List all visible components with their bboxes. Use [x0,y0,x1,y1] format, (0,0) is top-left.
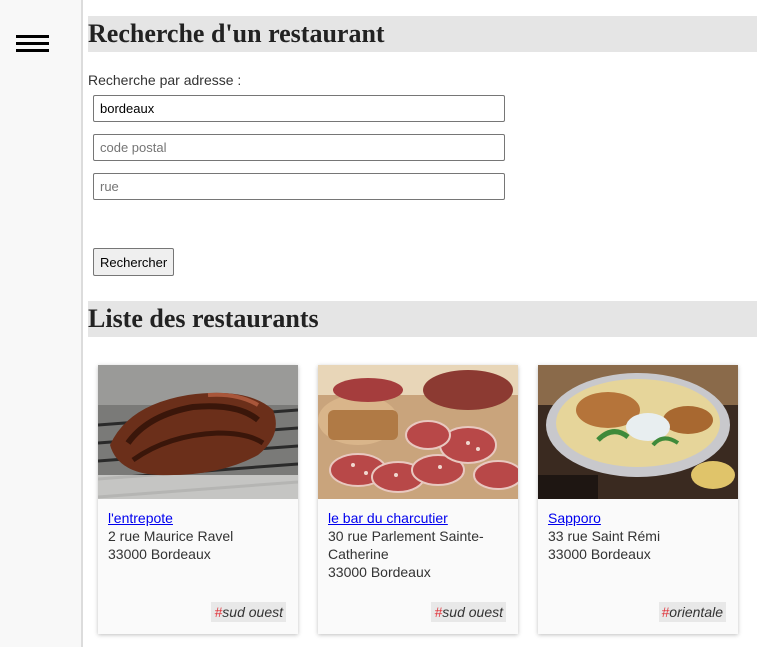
tag-text: sud ouest [222,604,283,620]
ville-input[interactable] [93,95,505,122]
hamburger-menu-icon[interactable] [16,35,49,53]
restaurant-card: Sapporo 33 rue Saint Rémi 33000 Bordeaux… [538,365,738,634]
search-title: Recherche d'un restaurant [88,16,757,52]
grilled-steak-photo [98,365,298,499]
cuisine-tag: #sud ouest [211,602,286,622]
ramen-bowl-photo [538,365,738,499]
rue-input[interactable] [93,173,505,200]
restaurant-card: l'entrepote 2 rue Maurice Ravel 33000 Bo… [98,365,298,634]
list-title: Liste des restaurants [88,301,757,337]
search-button[interactable]: Rechercher [93,248,175,276]
restaurant-address-line: 33000 Bordeaux [108,546,211,562]
restaurant-address-line: 2 rue Maurice Ravel [108,528,234,544]
sidebar [0,0,83,647]
restaurant-address-line: 30 rue Parlement Sainte- [328,528,484,544]
code-postal-input[interactable] [93,134,505,161]
restaurant-name-link[interactable]: Sapporo [548,509,728,527]
tag-text: sud ouest [442,604,503,620]
restaurant-name-link[interactable]: le bar du charcutier [328,509,508,527]
restaurant-address-line: 33000 Bordeaux [328,564,431,580]
search-label: Recherche par adresse : [88,72,242,88]
restaurant-address-line: Catherine [328,546,389,562]
tag-text: orientale [669,604,723,620]
cuisine-tag: #sud ouest [431,602,506,622]
restaurant-address-line: 33 rue Saint Rémi [548,528,661,544]
restaurant-card: le bar du charcutier 30 rue Parlement Sa… [318,365,518,634]
charcuterie-photo [318,365,518,499]
restaurant-name-link[interactable]: l'entrepote [108,509,288,527]
restaurant-address-line: 33000 Bordeaux [548,546,651,562]
cuisine-tag: #orientale [658,602,726,622]
